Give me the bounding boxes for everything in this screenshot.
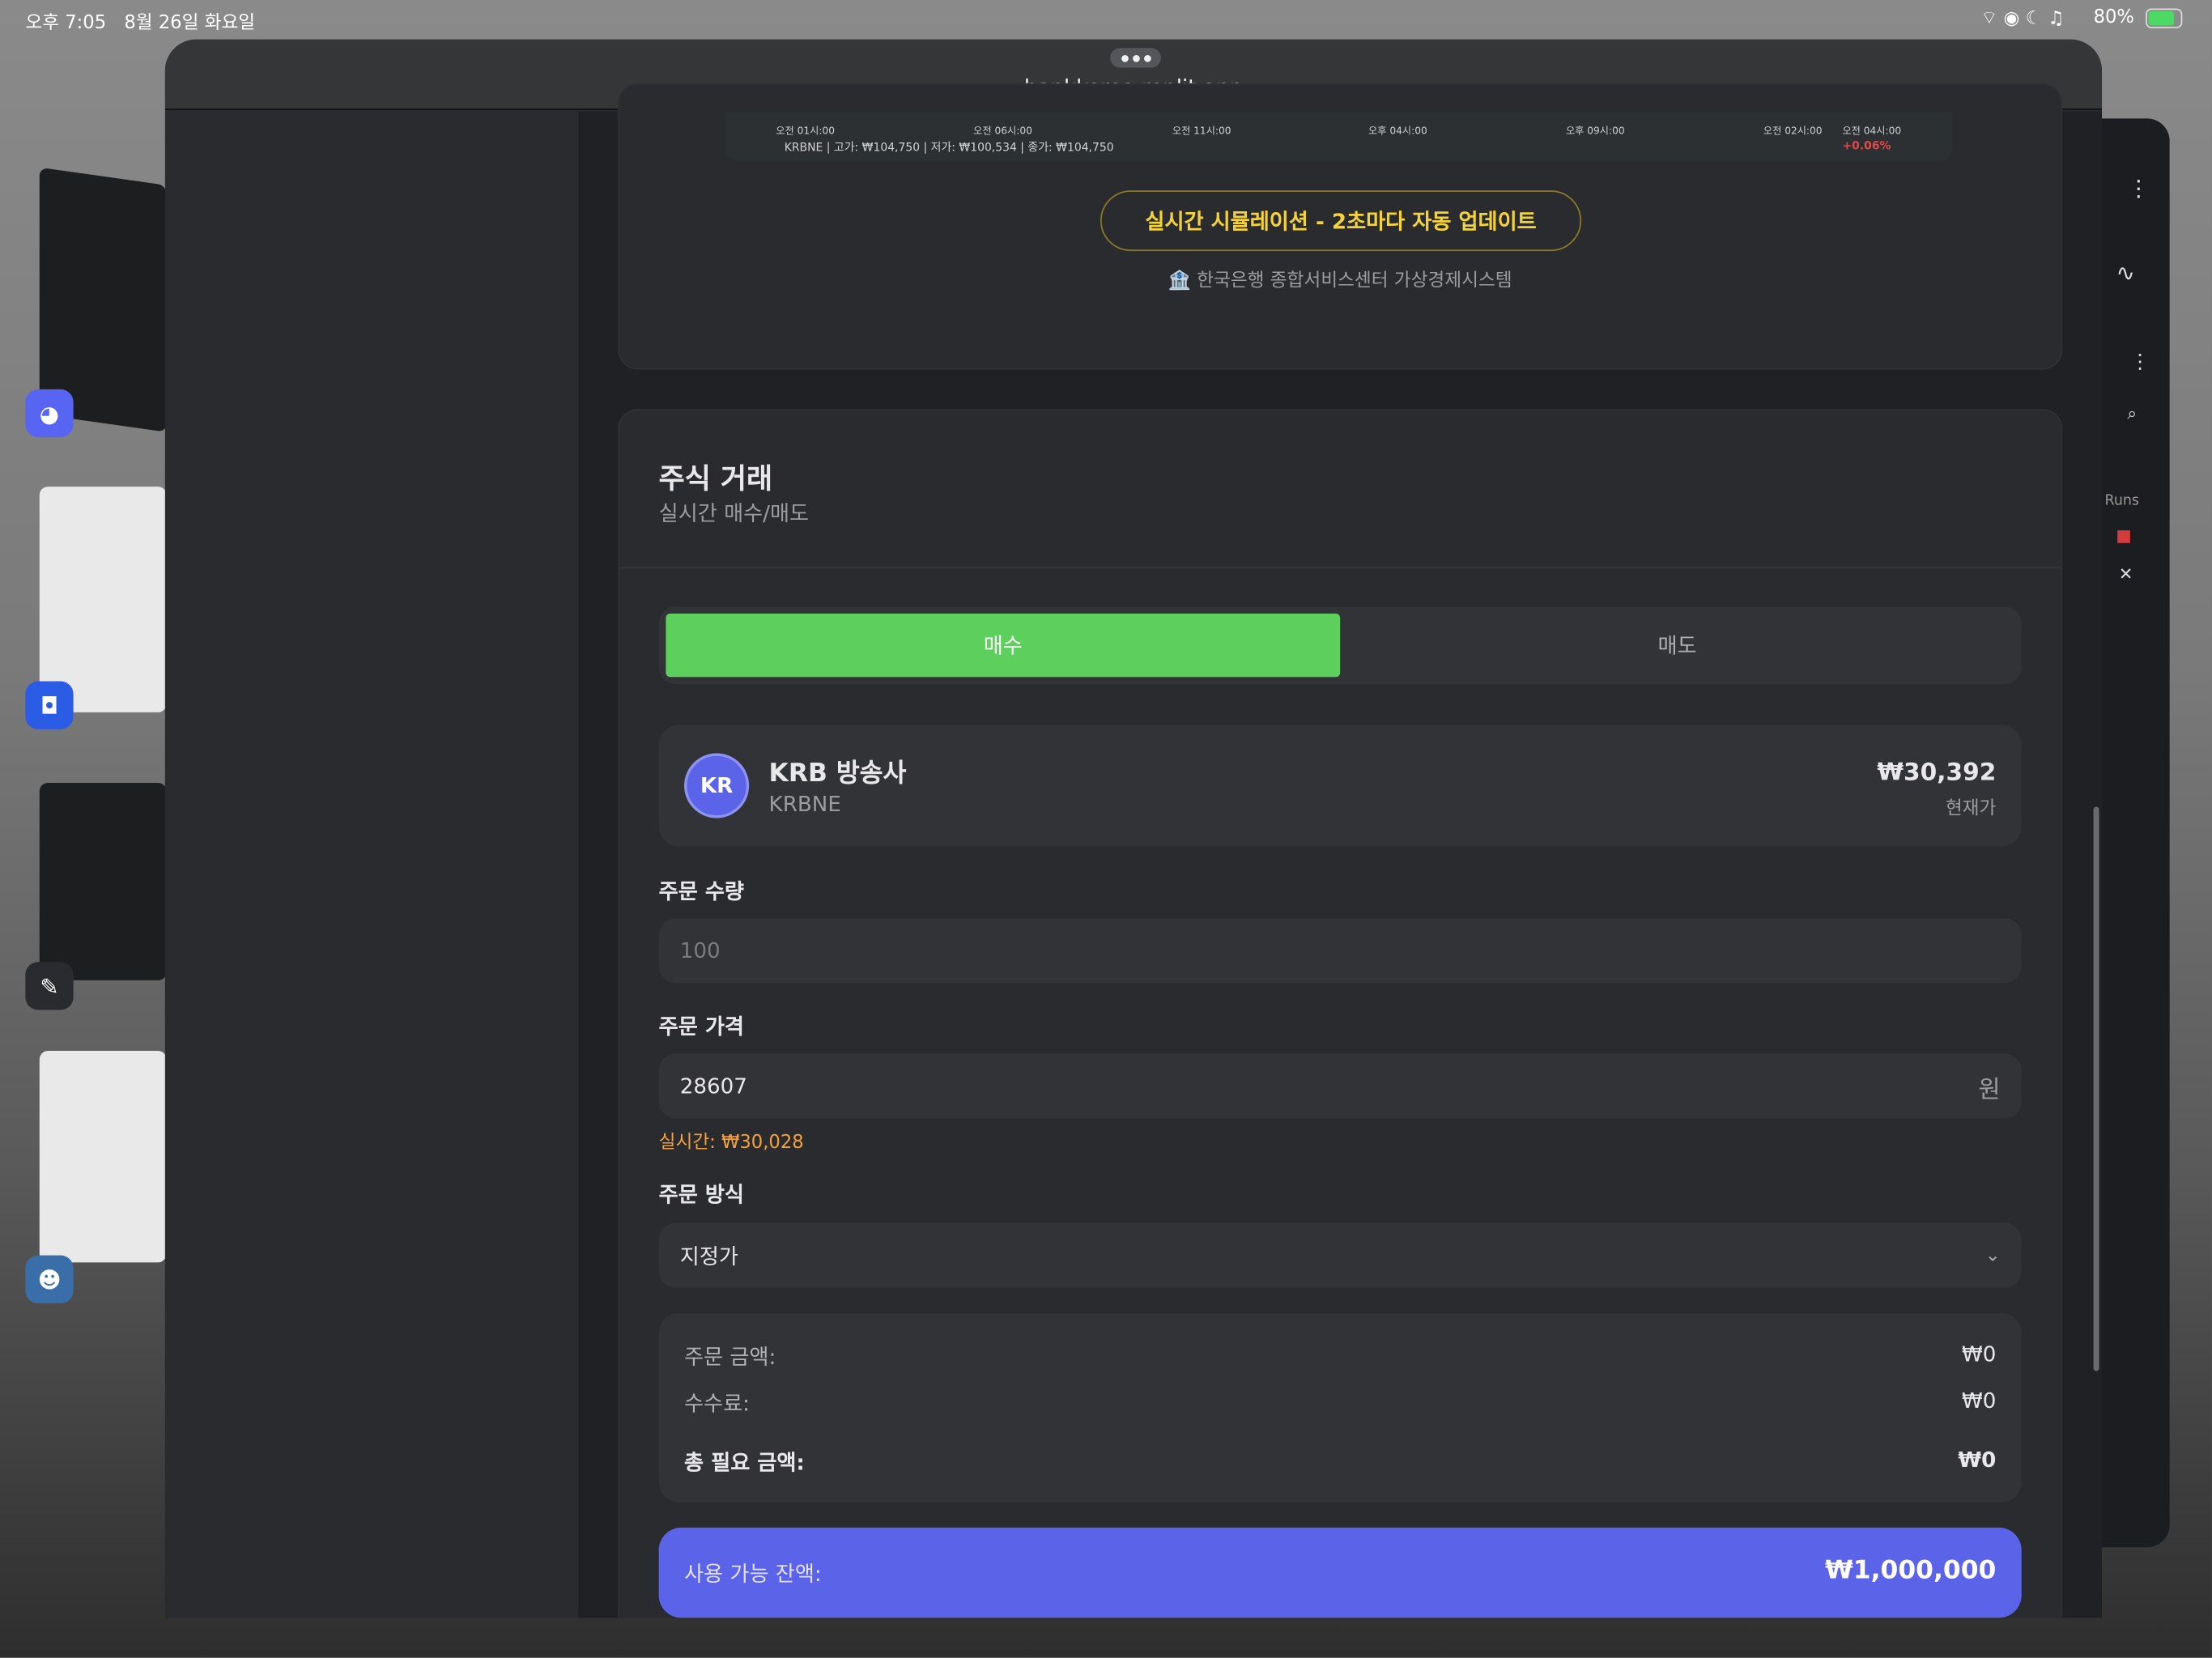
ohlc-summary: KRBNE | 고가: ₩104,750 | 저가: ₩100,534 | 종가… [784, 141, 1114, 154]
battery-percent: 80% [2093, 6, 2134, 28]
order-amount-label: 주문 금액: [684, 1344, 776, 1370]
order-amount-value: ₩0 [1961, 1341, 1997, 1367]
order-type-label: 주문 방식 [658, 1182, 744, 1208]
trade-card: 주식 거래 실시간 매수/매도 매수 매도 KR KRB 방송사 KRBNE ₩… [618, 409, 2063, 1618]
quantity-label: 주문 수량 [658, 878, 744, 904]
stock-name: KRB 방송사 [768, 759, 907, 789]
price-value: 28607 [679, 1073, 747, 1099]
current-price-label: 현재가 [1945, 798, 1997, 820]
game-icon[interactable]: ☻ [25, 1255, 74, 1303]
status-time: 오후 7:05 [25, 12, 107, 34]
available-balance: 사용 가능 잔액: ₩1,000,000 [658, 1527, 2022, 1618]
more-icon[interactable]: ⋮ [2127, 175, 2150, 202]
price-input[interactable]: 28607 원 [658, 1053, 2022, 1119]
quantity-placeholder: 100 [679, 937, 721, 963]
tab-sell[interactable]: 매도 [1340, 614, 2014, 677]
main-content: 오전 01시:00 오전 06시:00 오전 11시:00 오후 04시:00 … [580, 83, 2103, 1618]
x-tick: 오전 11시:00 [1172, 125, 1231, 138]
order-type-value: 지정가 [679, 1243, 738, 1269]
riot-window-thumbnail[interactable] [39, 1051, 167, 1263]
price-label: 주문 가격 [658, 1014, 744, 1040]
x-tick: 오전 04시:00 [1842, 125, 1902, 138]
runs-label: Runs [2104, 493, 2140, 509]
activity-icon: ∿ [2116, 259, 2135, 287]
browser-window: bankkorea.replit.app 오전 01시:00 오전 06시:00… [164, 39, 2103, 1618]
chevron-down-icon: ⌄ [1984, 1244, 2001, 1266]
system-caption: 🏦 한국은행 종합서비스센터 가상경제시스템 [1168, 270, 1512, 292]
browser-window-thumbnail[interactable] [39, 487, 167, 712]
close-icon[interactable]: ✕ [2119, 564, 2133, 584]
trade-subtitle: 실시간 매수/매도 [658, 500, 810, 526]
x-tick: 오전 06시:00 [973, 125, 1032, 138]
price-chart[interactable]: 오전 01시:00 오전 06시:00 오전 11시:00 오후 04시:00 … [725, 113, 1953, 161]
stock-avatar: KR [684, 753, 750, 818]
x-tick: 오후 09시:00 [1565, 125, 1625, 138]
chart-card: 오전 01시:00 오전 06시:00 오전 11시:00 오후 04시:00 … [618, 83, 2063, 370]
stock-ticker: KRBNE [768, 791, 841, 817]
divider [619, 567, 2061, 569]
realtime-simulation-button[interactable]: 실시간 시뮬레이션 - 2초마다 자동 업데이트 [1100, 190, 1582, 252]
stop-icon[interactable] [2117, 530, 2130, 543]
window-menu-dots-icon[interactable] [1110, 48, 1161, 68]
discord-icon[interactable]: ◕ [25, 389, 74, 438]
side-window[interactable]: ⋮ ∿ ⋮ ⌕ Runs ✕ [2102, 118, 2170, 1548]
sidebar [164, 111, 581, 1618]
status-date: 8월 26일 화요일 [124, 12, 256, 34]
price-change: +0.06% [1842, 139, 1891, 153]
search-icon[interactable]: ⌕ [2127, 403, 2137, 424]
fee-label: 수수료: [684, 1390, 750, 1417]
balance-label: 사용 가능 잔액: [684, 1561, 822, 1588]
trade-title: 주식 거래 [658, 461, 773, 495]
fee-value: ₩0 [1961, 1388, 1997, 1414]
goodnotes-icon[interactable]: ✎ [25, 962, 74, 1010]
goodnotes-window-thumbnail[interactable] [39, 782, 167, 980]
x-tick: 오전 01시:00 [776, 125, 835, 138]
battery-icon [2146, 8, 2183, 28]
quantity-input[interactable]: 100 [658, 918, 2022, 984]
stock-info-card: KR KRB 방송사 KRBNE ₩30,392 현재가 [658, 725, 2022, 847]
total-value: ₩0 [1958, 1447, 1997, 1473]
more-icon-2[interactable]: ⋮ [2130, 351, 2150, 374]
order-summary: 주문 금액: ₩0 수수료: ₩0 총 필요 금액: ₩0 [658, 1313, 2022, 1503]
trade-tabs: 매수 매도 [658, 606, 2022, 685]
scrollbar[interactable] [2093, 806, 2099, 1371]
tab-buy[interactable]: 매수 [666, 613, 1341, 678]
price-unit: 원 [1978, 1075, 2001, 1104]
order-type-select[interactable]: 지정가 ⌄ [658, 1222, 2022, 1288]
x-tick: 오후 04시:00 [1368, 125, 1427, 138]
wifi-icon: ︎⌔ ◉ ☾ ♫ [1980, 8, 2065, 30]
balance-value: ₩1,000,000 [1825, 1555, 1997, 1586]
x-tick: 오전 02시:00 [1763, 125, 1823, 138]
realtime-price: 실시간: ₩30,028 [658, 1133, 804, 1154]
current-price: ₩30,392 [1877, 759, 1997, 788]
total-label: 총 필요 금액: [684, 1450, 805, 1476]
roblox-icon[interactable]: ◘ [25, 681, 74, 729]
